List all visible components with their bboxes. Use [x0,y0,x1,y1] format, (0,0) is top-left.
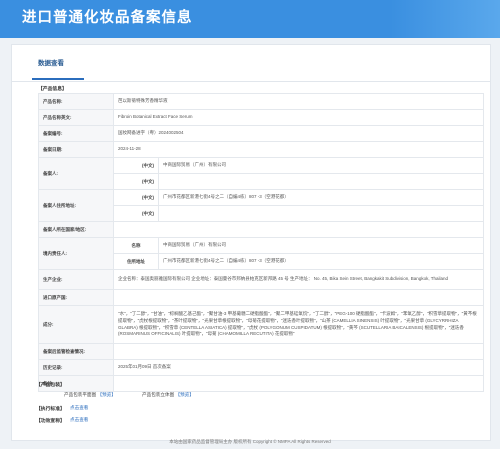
table-row: 备注: [38,375,484,392]
page-footer: 本站由国家药品监督管理局主办 版权所有 Copyright © NMPA All… [169,439,331,444]
product-name-value: 芭以斯菊特殊芳香精华液 [113,93,484,110]
record-no-value: 国妆网备进字（粤）2024002504 [113,125,484,142]
record-date-value: 2024-11-28 [113,141,484,158]
manufacturer-value: 企业名称：泰国奥丽雅国际有限公司 企业地址：泰国曼谷市邦纳县帕克区新邦路 45 … [113,269,484,290]
filer-en-value [158,173,484,190]
table-row: 备案人所在国家/地区: [38,221,484,238]
post-check-label: 备案后监管检查情况: [38,343,114,360]
table-row: 成分: "水"，"丁二醇"，"甘油"，"棕榈酸乙基己酯"，"聚甘油-3 甲基葡糖… [38,305,484,344]
agent-name-sub-label: 名称 [113,237,159,254]
agent-name-value: 中商国际贸易（广州）有限公司 [158,237,484,254]
packaging-plane-label: 产品包装平面图 [64,392,97,397]
agent-addr-sub-label: 住所地址 [113,253,159,270]
filer-addr-label: 备案人住所地址: [38,189,114,222]
info-panel: 数据查看 【产品信息】 产品名称: 芭以斯菊特殊芳香精华液 产品名称英文: Fi… [11,44,491,441]
post-check-value [113,343,484,360]
page-title: 进口普通化妆品备案信息 [22,10,193,26]
ingredients-value: "水"，"丁二醇"，"甘油"，"棕榈酸乙基己酯"，"聚甘油-3 甲基葡糖二硬脂酸… [113,305,484,344]
table-row: 备案人: (中文) 中商国际贸易（广州）有限公司 [38,157,484,190]
page-header: 进口普通化妆品备案信息 [0,0,500,38]
product-name-en-label: 产品名称英文: [38,109,114,126]
filer-en-sub-label: (中文) [113,173,159,190]
active-tab-indicator [32,78,84,80]
table-row: 产品名称: 芭以斯菊特殊芳香精华液 [38,93,484,110]
table-row: 生产企业: 企业名称：泰国奥丽雅国际有限公司 企业地址：泰国曼谷市邦纳县帕克区新… [38,269,484,290]
exec-standard-section-title: 【执行标准】 [36,407,65,412]
exec-standard-view-link[interactable]: 点击查看 [70,405,88,411]
table-row: 进口原产国: [38,289,484,306]
filer-label: 备案人: [38,157,114,190]
table-row: 备案后监管检查情况: [38,343,484,360]
record-date-label: 备案日期: [38,141,114,158]
efficacy-view-link[interactable]: 点击查看 [70,417,88,423]
remark-value [113,375,484,392]
packaging-solid-row: 产品包装立体图 【预览】 [142,392,194,398]
header-decoration [390,0,500,38]
agent-label: 境内责任人: [38,237,114,270]
history-value: 2025年01月09日 首次备案 [113,359,484,376]
ingredients-label: 成分: [38,305,114,344]
filer-addr-en-value [158,205,484,222]
filer-addr-en-sub-label: (中文) [113,205,159,222]
import-origin-value [113,289,484,306]
efficacy-section-title: 【功效宣称】 [36,419,65,424]
agent-addr-value: 广州市花都区新港七街4号之二（自编4栋）807 -3（空港花都） [158,253,484,270]
filer-addr-cn-sub-label: (中文) [113,189,159,206]
filer-addr-cn-value: 广州市花都区新港七街4号之二（自编4栋）807 -3（空港花都） [158,189,484,206]
tab-data-view[interactable]: 数据查看 [38,57,64,67]
packaging-plane-row: 产品包装平面图 【预览】 [64,392,116,398]
filer-country-value [113,221,484,238]
packaging-solid-preview-link[interactable]: 【预览】 [175,392,193,397]
import-origin-label: 进口原产国: [38,289,114,306]
product-name-label: 产品名称: [38,93,114,110]
packaging-plane-preview-link[interactable]: 【预览】 [97,392,115,397]
filer-country-label: 备案人所在国家/地区: [38,221,114,238]
record-no-label: 备案编号: [38,125,114,142]
packaging-section-title: 【产品包装】 [36,383,65,388]
packaging-solid-label: 产品包装立体图 [142,392,175,397]
manufacturer-label: 生产企业: [38,269,114,290]
table-row: 产品名称英文: Fibroin Botanical Extract Face S… [38,109,484,126]
product-info-table: 产品名称: 芭以斯菊特殊芳香精华液 产品名称英文: Fibroin Botani… [38,93,484,392]
table-row: 备案日期: 2024-11-28 [38,141,484,158]
product-info-section-title: 【产品信息】 [38,87,67,92]
table-row: 备案编号: 国妆网备进字（粤）2024002504 [38,125,484,142]
filer-cn-value: 中商国际贸易（广州）有限公司 [158,157,484,174]
product-name-en-value: Fibroin Botanical Extract Face Serum [113,109,484,126]
tab-bar: 数据查看 [12,45,490,82]
content-area: 数据查看 【产品信息】 产品名称: 芭以斯菊特殊芳香精华液 产品名称英文: Fi… [0,38,500,449]
table-row: 备案人住所地址: (中文) 广州市花都区新港七街4号之二（自编4栋）807 -3… [38,189,484,222]
table-row: 历史记录: 2025年01月09日 首次备案 [38,359,484,376]
history-label: 历史记录: [38,359,114,376]
filer-cn-sub-label: (中文) [113,157,159,174]
table-row: 境内责任人: 名称 中商国际贸易（广州）有限公司 [38,237,484,270]
